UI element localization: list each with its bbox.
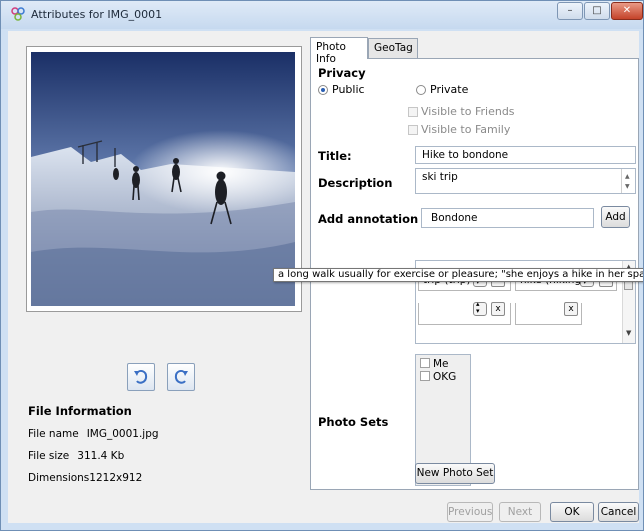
- attributes-window: Attributes for IMG_0001 – □ ✕ File Infor…: [0, 0, 644, 531]
- photo-set-checkbox[interactable]: [420, 358, 430, 368]
- cancel-button[interactable]: Cancel: [598, 502, 639, 522]
- photo-set-checkbox[interactable]: [420, 371, 430, 381]
- title-label: Title:: [318, 149, 352, 163]
- public-radio[interactable]: [318, 85, 328, 95]
- file-name-value: IMG_0001.jpg: [86, 428, 159, 440]
- file-information-title: File Information: [28, 404, 132, 418]
- previous-button[interactable]: Previous: [447, 502, 493, 522]
- description-scroll[interactable]: ▲ ▼: [621, 169, 635, 193]
- file-name-key: File name: [28, 428, 79, 440]
- file-size-value: 311.4 Kb: [77, 450, 125, 462]
- private-radio[interactable]: [416, 85, 426, 95]
- updown-icon[interactable]: [473, 300, 487, 316]
- add-annotation-button[interactable]: Add: [601, 206, 630, 228]
- close-icon: ✕: [622, 5, 632, 16]
- photo-set-item-okg[interactable]: OKG: [420, 371, 456, 383]
- private-label: Private: [430, 83, 469, 96]
- dimensions-key: Dimensions: [28, 472, 90, 484]
- scroll-up-icon: ▲: [625, 173, 630, 180]
- add-annotation-label: Add annotation: [318, 212, 419, 226]
- maximize-icon: □: [592, 5, 602, 16]
- photo-frame: [26, 46, 302, 312]
- rotate-left-button[interactable]: [127, 363, 155, 391]
- rotate-left-icon: [134, 369, 148, 384]
- app-logo-icon: [11, 7, 25, 21]
- visible-family-checkbox[interactable]: [408, 125, 418, 135]
- privacy-title: Privacy: [318, 66, 366, 80]
- remove-annotation-icon[interactable]: x: [491, 302, 505, 316]
- title-input[interactable]: Hike to bondone: [415, 146, 636, 164]
- dimensions-row: Dimensions1212x912: [28, 472, 142, 484]
- dimensions-value: 1212x912: [89, 472, 143, 484]
- minimize-button[interactable]: –: [557, 2, 583, 20]
- photo-preview: [31, 52, 295, 306]
- ok-button[interactable]: OK: [550, 502, 594, 522]
- annotation-chip-row2b: x: [515, 302, 582, 325]
- public-label: Public: [332, 83, 365, 96]
- ski-photo-image: [31, 52, 295, 306]
- visible-family-label: Visible to Family: [421, 123, 511, 136]
- photo-set-label: OKG: [433, 371, 457, 383]
- scroll-down-icon[interactable]: ▼: [626, 329, 631, 337]
- close-button[interactable]: ✕: [611, 2, 643, 20]
- photo-set-label: Me: [433, 358, 449, 370]
- tab-geotag[interactable]: GeoTag: [368, 38, 418, 58]
- visible-friends-label: Visible to Friends: [421, 105, 515, 118]
- tab-photo-info[interactable]: Photo Info: [310, 37, 368, 65]
- file-size-key: File size: [28, 450, 70, 462]
- file-size-row: File size 311.4 Kb: [28, 450, 124, 462]
- remove-annotation-icon[interactable]: x: [564, 302, 578, 316]
- description-text: ski trip: [422, 171, 458, 183]
- scroll-down-icon: ▼: [625, 183, 630, 190]
- visible-friends-checkbox[interactable]: [408, 107, 418, 117]
- description-label: Description: [318, 176, 393, 190]
- maximize-button[interactable]: □: [584, 2, 610, 20]
- annotation-chip-row2: x: [418, 300, 511, 325]
- rotate-right-icon: [174, 369, 188, 384]
- next-button[interactable]: Next: [499, 502, 541, 522]
- new-photo-set-button[interactable]: New Photo Set: [415, 463, 495, 484]
- window-title: Attributes for IMG_0001: [31, 8, 163, 21]
- photo-set-item-me[interactable]: Me: [420, 358, 449, 370]
- minimize-icon: –: [567, 5, 573, 16]
- annotation-tooltip: a long walk usually for exercise or plea…: [273, 268, 643, 282]
- photo-sets-label: Photo Sets: [318, 415, 389, 429]
- title-bar: Attributes for IMG_0001 – □ ✕: [1, 1, 643, 29]
- rotate-right-button[interactable]: [167, 363, 195, 391]
- window-controls: – □ ✕: [557, 2, 643, 22]
- file-name-row: File name IMG_0001.jpg: [28, 428, 159, 440]
- annotation-input[interactable]: Bondone: [421, 208, 594, 228]
- description-input[interactable]: ski trip ▲ ▼: [415, 168, 636, 194]
